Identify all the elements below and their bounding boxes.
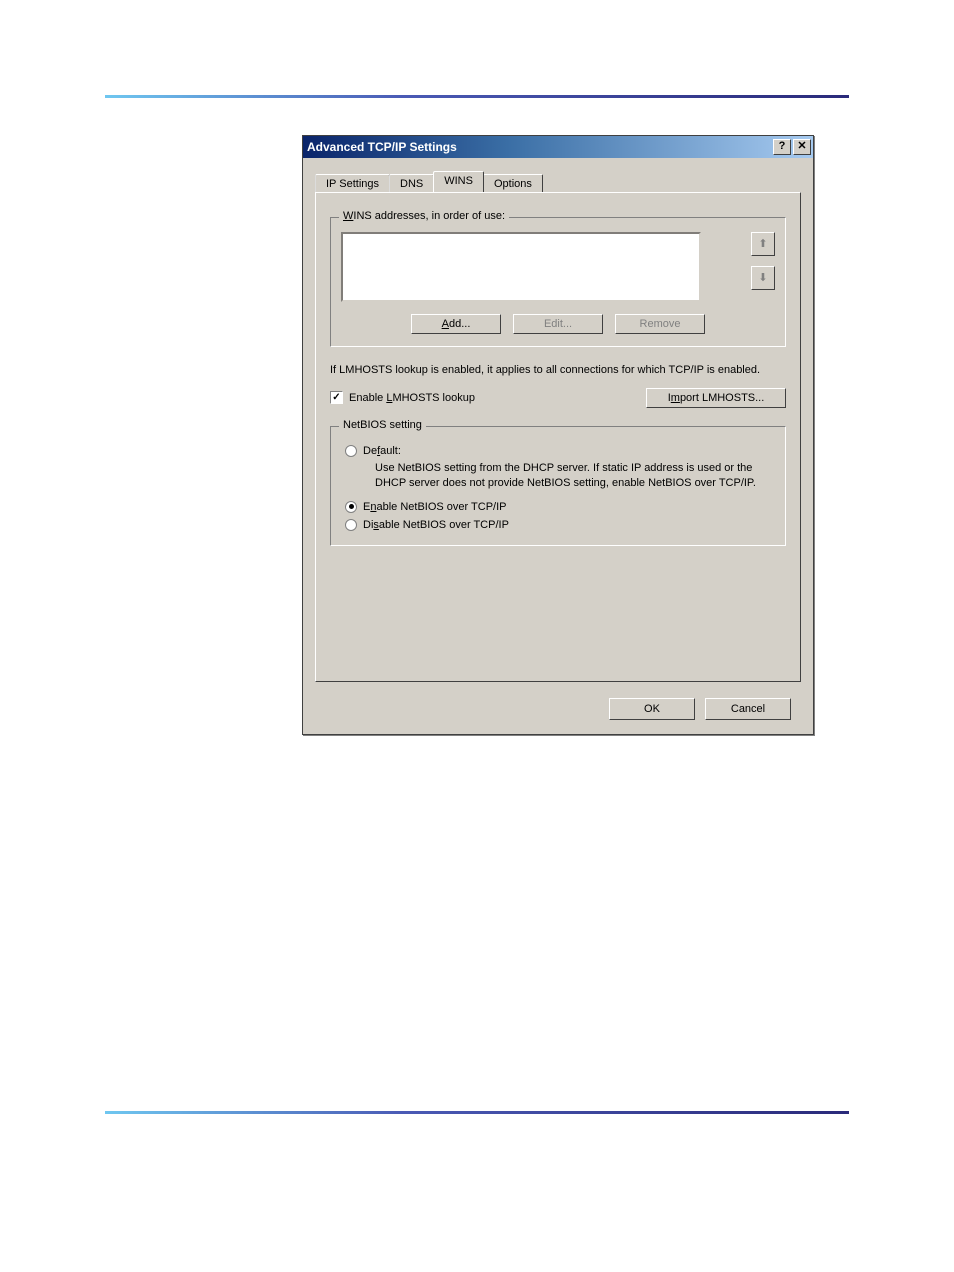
group-wins-legend: WWINS addresses, in order of use:INS add… xyxy=(339,210,509,222)
radio-enable-label: Enable NetBIOS over TCP/IP xyxy=(363,501,507,513)
group-netbios: NetBIOS setting Default: Use NetBIOS set… xyxy=(330,426,786,546)
radio-dot-icon xyxy=(349,504,354,509)
radio-default-description: Use NetBIOS setting from the DHCP server… xyxy=(375,461,775,491)
tabstrip: IP Settings DNS WINS Options xyxy=(315,170,801,192)
enable-lmhosts-label: Enable LMHOSTS lookup xyxy=(349,392,475,404)
tab-ip-settings[interactable]: IP Settings xyxy=(315,174,390,193)
titlebar[interactable]: Advanced TCP/IP Settings ? ✕ xyxy=(303,136,813,158)
ok-button[interactable]: OK xyxy=(609,698,695,720)
arrow-down-icon: ⬇ xyxy=(758,272,767,284)
close-button[interactable]: ✕ xyxy=(793,139,811,155)
dialog-advanced-tcpip: Advanced TCP/IP Settings ? ✕ IP Settings… xyxy=(302,135,814,735)
radio-default-label: Default: xyxy=(363,445,401,457)
radio-disable-label: Disable NetBIOS over TCP/IP xyxy=(363,519,509,531)
enable-lmhosts-checkbox[interactable]: ✓ xyxy=(330,391,343,404)
tab-wins[interactable]: WINS xyxy=(433,171,484,192)
dialog-footer-buttons: OK Cancel xyxy=(315,688,801,720)
move-down-button[interactable]: ⬇ xyxy=(751,266,775,290)
page-bottom-rule xyxy=(105,1111,849,1114)
lmhosts-info-text: If LMHOSTS lookup is enabled, it applies… xyxy=(330,363,786,378)
page-top-rule xyxy=(105,95,849,98)
radio-enable-netbios[interactable] xyxy=(345,501,357,513)
arrow-up-icon: ⬆ xyxy=(758,238,767,250)
move-up-button[interactable]: ⬆ xyxy=(751,232,775,256)
tab-options[interactable]: Options xyxy=(483,174,543,193)
group-wins-addresses: WWINS addresses, in order of use:INS add… xyxy=(330,217,786,347)
add-button[interactable]: Add... xyxy=(411,314,501,334)
titlebar-title: Advanced TCP/IP Settings xyxy=(307,140,773,154)
wins-address-list[interactable] xyxy=(341,232,701,302)
group-netbios-legend: NetBIOS setting xyxy=(339,419,426,431)
edit-button[interactable]: Edit... xyxy=(513,314,603,334)
radio-disable-netbios[interactable] xyxy=(345,519,357,531)
dialog-body: IP Settings DNS WINS Options WWINS addre… xyxy=(303,158,813,734)
remove-button[interactable]: Remove xyxy=(615,314,705,334)
checkmark-icon: ✓ xyxy=(332,393,340,403)
titlebar-buttons: ? ✕ xyxy=(773,139,811,155)
tab-dns[interactable]: DNS xyxy=(389,174,434,193)
tabpanel-wins: WWINS addresses, in order of use:INS add… xyxy=(315,192,801,682)
import-lmhosts-button[interactable]: Import LMHOSTS... xyxy=(646,388,786,408)
help-button[interactable]: ? xyxy=(773,139,791,155)
radio-default[interactable] xyxy=(345,445,357,457)
cancel-button[interactable]: Cancel xyxy=(705,698,791,720)
